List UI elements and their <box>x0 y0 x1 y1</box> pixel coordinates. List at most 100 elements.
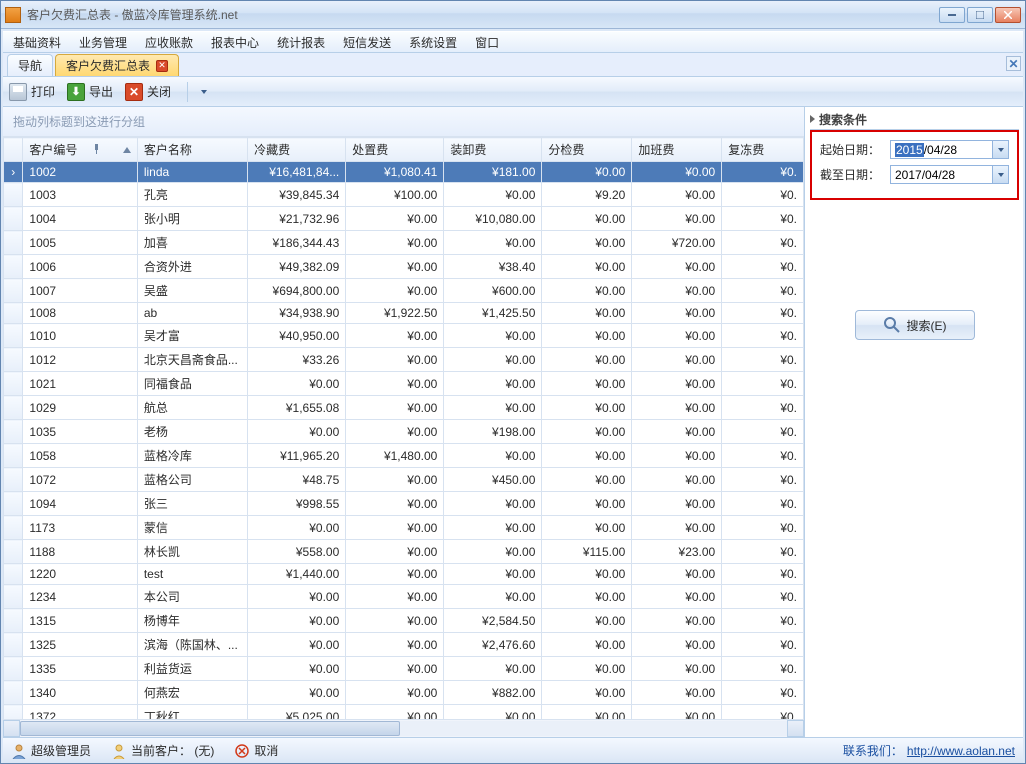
group-panel[interactable]: 拖动列标题到这进行分组 <box>3 107 804 137</box>
scroll-thumb[interactable] <box>20 721 400 736</box>
tabstrip-close-button[interactable]: ✕ <box>1006 56 1021 71</box>
table-row[interactable]: 1372丁秋红¥5,025.00¥0.00¥0.00¥0.00¥0.00¥0. <box>4 705 804 720</box>
cell-c3: ¥0.00 <box>444 396 542 420</box>
collapse-icon[interactable] <box>810 115 815 123</box>
tab-arrears-summary[interactable]: 客户欠费汇总表 ✕ <box>55 54 179 76</box>
start-date-row: 起始日期： 2015/04/28 <box>820 140 1009 159</box>
col-load-fee[interactable]: 装卸费 <box>444 138 542 162</box>
menu-basic-data[interactable]: 基础资料 <box>13 34 61 51</box>
pin-icon[interactable] <box>93 144 100 154</box>
cell-name: 吴盛 <box>137 279 247 303</box>
cell-id: 1340 <box>23 681 137 705</box>
scroll-right-button[interactable] <box>787 720 804 737</box>
table-row[interactable]: 1072蓝格公司¥48.75¥0.00¥450.00¥0.00¥0.00¥0. <box>4 468 804 492</box>
status-cancel[interactable]: 取消 <box>234 742 278 759</box>
table-row[interactable]: ›1002linda¥16,481,84...¥1,080.41¥181.00¥… <box>4 162 804 183</box>
menu-sms[interactable]: 短信发送 <box>343 34 391 51</box>
end-date-dropdown-icon[interactable] <box>992 166 1008 183</box>
cell-c2: ¥0.00 <box>346 705 444 720</box>
table-row[interactable]: 1008ab¥34,938.90¥1,922.50¥1,425.50¥0.00¥… <box>4 303 804 324</box>
cell-c5: ¥0.00 <box>632 255 722 279</box>
printer-icon <box>9 83 27 101</box>
cell-id: 1335 <box>23 657 137 681</box>
cell-c2: ¥1,080.41 <box>346 162 444 183</box>
menu-report-center[interactable]: 报表中心 <box>211 34 259 51</box>
col-handling-fee[interactable]: 处置费 <box>346 138 444 162</box>
table-row[interactable]: 1058蓝格冷库¥11,965.20¥1,480.00¥0.00¥0.00¥0.… <box>4 444 804 468</box>
cell-c2: ¥0.00 <box>346 516 444 540</box>
close-window-button[interactable] <box>995 7 1021 23</box>
contact-link[interactable]: http://www.aolan.net <box>907 744 1015 758</box>
cell-c5: ¥0.00 <box>632 468 722 492</box>
col-indicator[interactable] <box>4 138 23 162</box>
col-customer-name[interactable]: 客户名称 <box>137 138 247 162</box>
maximize-button[interactable] <box>967 7 993 23</box>
table-row[interactable]: 1012北京天昌斋食品...¥33.26¥0.00¥0.00¥0.00¥0.00… <box>4 348 804 372</box>
cell-c1: ¥998.55 <box>248 492 346 516</box>
table-row[interactable]: 1340何燕宏¥0.00¥0.00¥882.00¥0.00¥0.00¥0. <box>4 681 804 705</box>
table-row[interactable]: 1315杨博年¥0.00¥0.00¥2,584.50¥0.00¥0.00¥0. <box>4 609 804 633</box>
table-row[interactable]: 1035老杨¥0.00¥0.00¥198.00¥0.00¥0.00¥0. <box>4 420 804 444</box>
table-row[interactable]: 1173蒙信¥0.00¥0.00¥0.00¥0.00¥0.00¥0. <box>4 516 804 540</box>
table-row[interactable]: 1325滨海（陈国林、...¥0.00¥0.00¥2,476.60¥0.00¥0… <box>4 633 804 657</box>
menu-window[interactable]: 窗口 <box>475 34 499 51</box>
col-cold-storage-fee[interactable]: 冷藏费 <box>248 138 346 162</box>
menu-business[interactable]: 业务管理 <box>79 34 127 51</box>
cell-c4: ¥9.20 <box>542 183 632 207</box>
export-button[interactable]: ⬇导出 <box>67 83 113 101</box>
cell-c4: ¥0.00 <box>542 564 632 585</box>
data-grid[interactable]: 客户编号 客户名称 冷藏费 处置费 装卸费 分检费 加班费 复冻费 ›1002l… <box>3 137 804 719</box>
table-row[interactable]: 1029航总¥1,655.08¥0.00¥0.00¥0.00¥0.00¥0. <box>4 396 804 420</box>
cell-c4: ¥0.00 <box>542 516 632 540</box>
table-row[interactable]: 1234本公司¥0.00¥0.00¥0.00¥0.00¥0.00¥0. <box>4 585 804 609</box>
toolbar-dropdown-icon[interactable] <box>201 90 207 94</box>
table-row[interactable]: 1220test¥1,440.00¥0.00¥0.00¥0.00¥0.00¥0. <box>4 564 804 585</box>
horizontal-scrollbar[interactable] <box>3 719 804 737</box>
minimize-button[interactable] <box>939 7 965 23</box>
table-row[interactable]: 1094张三¥998.55¥0.00¥0.00¥0.00¥0.00¥0. <box>4 492 804 516</box>
cell-id: 1002 <box>23 162 137 183</box>
cell-c4: ¥0.00 <box>542 348 632 372</box>
tab-navigation[interactable]: 导航 <box>7 54 53 76</box>
start-date-dropdown-icon[interactable] <box>992 141 1008 158</box>
cell-c3: ¥0.00 <box>444 564 542 585</box>
table-row[interactable]: 1003孔亮¥39,845.34¥100.00¥0.00¥9.20¥0.00¥0… <box>4 183 804 207</box>
cell-name: 丁秋红 <box>137 705 247 720</box>
close-icon: ✕ <box>125 83 143 101</box>
cancel-icon <box>234 743 250 759</box>
cell-name: 加喜 <box>137 231 247 255</box>
col-sort-fee[interactable]: 分检费 <box>542 138 632 162</box>
menu-system[interactable]: 系统设置 <box>409 34 457 51</box>
col-overtime-fee[interactable]: 加班费 <box>632 138 722 162</box>
start-date-input[interactable]: 2015/04/28 <box>890 140 1009 159</box>
table-row[interactable]: 1006合资外进¥49,382.09¥0.00¥38.40¥0.00¥0.00¥… <box>4 255 804 279</box>
menu-stats[interactable]: 统计报表 <box>277 34 325 51</box>
table-row[interactable]: 1335利益货运¥0.00¥0.00¥0.00¥0.00¥0.00¥0. <box>4 657 804 681</box>
table-row[interactable]: 1188林长凯¥558.00¥0.00¥0.00¥115.00¥23.00¥0. <box>4 540 804 564</box>
table-row[interactable]: 1007吴盛¥694,800.00¥0.00¥600.00¥0.00¥0.00¥… <box>4 279 804 303</box>
cell-name: 合资外进 <box>137 255 247 279</box>
scroll-left-button[interactable] <box>3 720 20 737</box>
menubar: 基础资料 业务管理 应收账款 报表中心 统计报表 短信发送 系统设置 窗口 <box>3 31 1023 53</box>
print-button[interactable]: 打印 <box>9 83 55 101</box>
table-row[interactable]: 1004张小明¥21,732.96¥0.00¥10,080.00¥0.00¥0.… <box>4 207 804 231</box>
row-indicator <box>4 444 23 468</box>
tab-close-icon[interactable]: ✕ <box>156 60 168 72</box>
cell-c5: ¥23.00 <box>632 540 722 564</box>
search-button[interactable]: 搜索(E) <box>855 310 975 340</box>
table-row[interactable]: 1005加喜¥186,344.43¥0.00¥0.00¥0.00¥720.00¥… <box>4 231 804 255</box>
close-button[interactable]: ✕关闭 <box>125 83 171 101</box>
table-row[interactable]: 1021同福食品¥0.00¥0.00¥0.00¥0.00¥0.00¥0. <box>4 372 804 396</box>
cell-c3: ¥0.00 <box>444 516 542 540</box>
cell-c2: ¥1,922.50 <box>346 303 444 324</box>
start-date-year[interactable]: 2015 <box>895 143 924 157</box>
cell-name: 同福食品 <box>137 372 247 396</box>
end-date-input[interactable]: 2017/04/28 <box>890 165 1009 184</box>
table-row[interactable]: 1010吴才富¥40,950.00¥0.00¥0.00¥0.00¥0.00¥0. <box>4 324 804 348</box>
col-customer-id[interactable]: 客户编号 <box>23 138 137 162</box>
col-refreeze-fee[interactable]: 复冻费 <box>722 138 804 162</box>
cell-c5: ¥0.00 <box>632 444 722 468</box>
cell-c2: ¥0.00 <box>346 609 444 633</box>
menu-receivables[interactable]: 应收账款 <box>145 34 193 51</box>
cell-name: ab <box>137 303 247 324</box>
